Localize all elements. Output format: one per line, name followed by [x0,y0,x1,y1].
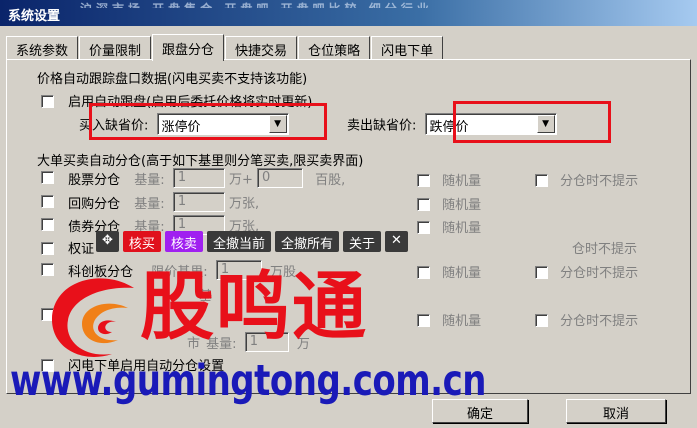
random-checkbox[interactable] [417,198,430,211]
row6-no-prompt-option[interactable]: 分仓时不提示 [535,310,638,329]
window-title: 系统设置 [8,9,61,24]
check-sell-button[interactable]: 核卖 [164,231,203,252]
stock-split-label: 股票分仓 [68,172,121,188]
repo-base-input[interactable]: 1 [172,192,225,212]
no-prompt-checkbox[interactable] [535,314,548,327]
bond-random-option[interactable]: 随机量 [417,217,481,236]
random-checkbox[interactable] [417,221,430,234]
follow-section-label: 价格自动跟踪盘口数据(闪电买卖不支持该功能) [37,72,308,87]
no-prompt-checkbox[interactable] [535,266,548,279]
check-buy-button[interactable]: 核买 [122,231,161,252]
warrant-split-label: 权证 [68,242,95,257]
brand-swirl-icon [51,278,134,357]
random-label: 随机量 [442,221,482,236]
sell-highlight-box [453,101,611,143]
stock-no-prompt-option[interactable]: 分仓时不提示 [535,170,638,189]
auto-follow-checkbox[interactable] [41,95,54,108]
close-icon[interactable]: ✕ [384,231,408,252]
warrant-no-prompt-label: 仓时不提示 [572,242,638,257]
tab-price-volume-limit[interactable]: 价量限制 [79,36,152,60]
tab-strip: 系统参数 价量限制 跟盘分仓 快捷交易 仓位策略 闪电下单 [6,34,444,61]
no-prompt-label: 分仓时不提示 [560,314,639,329]
base-label: 基量: [134,196,165,212]
no-prompt-checkbox[interactable] [535,174,548,187]
stock-base-input[interactable]: 1 [172,168,225,188]
move-handle-icon[interactable]: ✥ [96,231,119,252]
unit-label: 万张, [228,196,260,212]
background-ghost-text: 沪深市场 开盘集合 开盘吧 开盘吧比较 细分行业 [80,0,697,8]
tab-flash-order[interactable]: 闪电下单 [371,36,444,60]
random-label: 随机量 [442,198,482,213]
tab-position-strategy[interactable]: 仓位策略 [298,36,371,60]
sell-default-label: 卖出缺省价: [347,118,417,134]
repo-random-option[interactable]: 随机量 [417,194,481,213]
random-checkbox[interactable] [417,174,430,187]
star-random-option[interactable]: 随机量 [417,262,481,281]
cancel-current-button[interactable]: 全撤当前 [206,231,271,252]
floating-toolbar: ✥ 核买 核卖 全撤当前 全撤所有 关于 ✕ [96,231,408,252]
split-row-repo: 回购分仓 基量: 1 万张, [41,192,259,212]
base-label: 基量: [134,172,165,188]
stock-split-checkbox[interactable] [41,170,54,184]
unit-label: 百股, [315,172,346,188]
brand-url: www.gumingtong.com.cn [10,356,486,407]
random-checkbox[interactable] [417,266,430,279]
random-label: 随机量 [442,266,482,281]
buy-highlight-box [89,103,327,140]
no-prompt-label: 分仓时不提示 [560,174,639,189]
warrant-split-checkbox[interactable] [41,242,54,255]
about-button[interactable]: 关于 [342,231,381,252]
split-section-label: 大单买卖自动分仓(高于如下基里则分笔买卖,限买卖界面) [37,154,364,169]
brand-wordmark: 股鸣通 [140,264,368,350]
title-bar: 沪深市场 开盘集合 开盘吧 开盘吧比较 细分行业 系统设置 [0,0,697,26]
stock-base-input-2[interactable]: 0 [257,168,304,188]
unit-label: 万+ [228,172,253,188]
split-row-warrant: 权证 [41,238,94,257]
repo-split-checkbox[interactable] [41,194,54,208]
random-label: 随机量 [442,174,482,189]
stock-random-option[interactable]: 随机量 [417,170,481,189]
tab-system-params[interactable]: 系统参数 [6,36,79,60]
bond-split-checkbox[interactable] [41,217,54,231]
cancel-all-button[interactable]: 全撤所有 [274,231,339,252]
no-prompt-label: 分仓时不提示 [560,266,639,281]
row6-random-option[interactable]: 随机量 [417,310,481,329]
split-row-stock: 股票分仓 基量: 1 万+ 0 百股, [41,168,345,188]
random-checkbox[interactable] [417,314,430,327]
cancel-button[interactable]: 取消 [566,399,666,423]
tab-follow-split[interactable]: 跟盘分仓 [152,34,225,61]
tab-quick-trade[interactable]: 快捷交易 [225,36,298,60]
random-label: 随机量 [442,314,482,329]
star-no-prompt-option[interactable]: 分仓时不提示 [535,262,638,281]
repo-split-label: 回购分仓 [68,196,121,212]
